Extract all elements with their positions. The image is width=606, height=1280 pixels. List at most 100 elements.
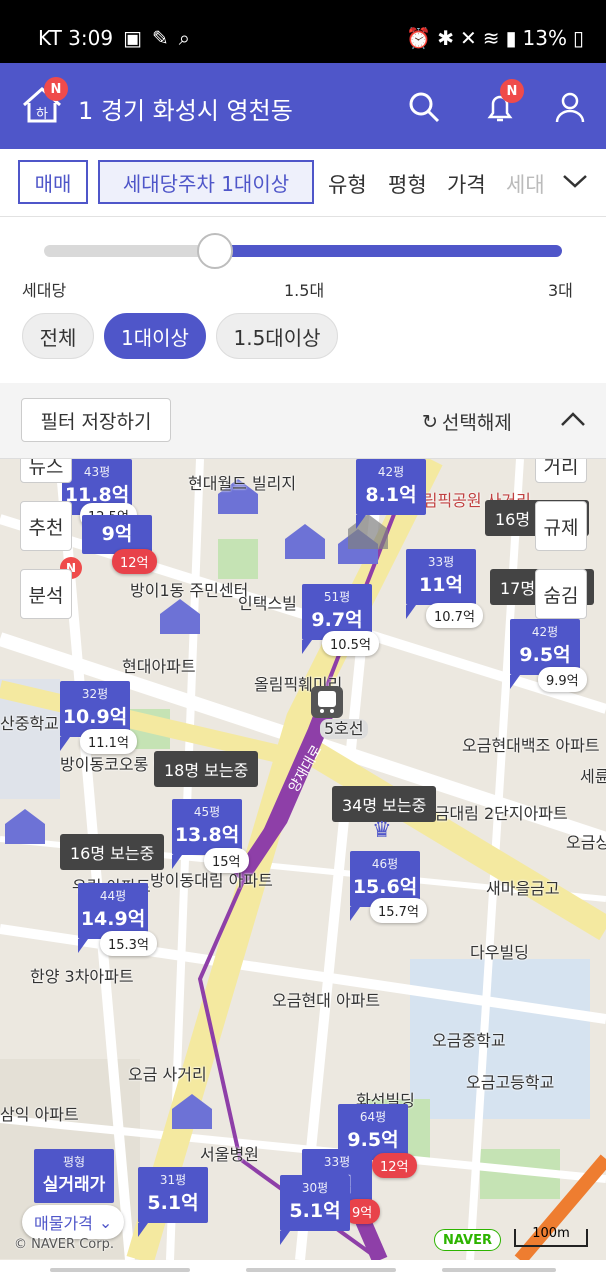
price-marker[interactable]: 30평 5.1억 xyxy=(280,1175,350,1245)
marker-tip xyxy=(350,907,360,921)
parking-chip[interactable]: 세대당주차 1대이상 xyxy=(98,160,314,204)
crown-icon: ♛ xyxy=(372,818,392,843)
marker-tip xyxy=(406,605,416,619)
slider-mid-label: 1.5대 xyxy=(284,281,325,300)
filter-price[interactable]: 가격 xyxy=(447,169,486,199)
chevron-down-icon: ⌄ xyxy=(98,1212,113,1232)
scale-bar: 100m xyxy=(514,1226,588,1247)
place-label: 산중학교 xyxy=(0,714,59,733)
news-button[interactable]: 뉴스 xyxy=(20,459,72,483)
legend-pyeong: 평형 xyxy=(62,1155,86,1169)
marker-sub-price: 15.7억 xyxy=(370,898,427,923)
marker-pyeong: 42평 xyxy=(377,465,405,479)
bluetooth-icon: ✱ xyxy=(437,26,454,50)
place-label: 세륜 xyxy=(580,767,606,786)
status-bar: KT 3:09 ▣ ✎ ⌕ ⏰ ✱ ✕ ≋ ▮ 13% ▯ xyxy=(0,0,606,63)
marker-pyeong: 31평 xyxy=(159,1173,187,1187)
price-legend-marker[interactable]: 평형 실거래가 xyxy=(34,1149,114,1203)
chevron-down-icon[interactable] xyxy=(562,171,588,191)
marker-pyeong: 46평 xyxy=(371,857,399,871)
marker-sub-price: 9.9억 xyxy=(538,667,587,692)
marker-price: 10.9억 xyxy=(62,706,128,728)
stats-icon: ⌕ xyxy=(178,26,190,50)
slider-min-label: 세대당 xyxy=(22,281,67,300)
copyright: © NAVER Corp. xyxy=(14,1237,114,1252)
filter-size[interactable]: 평형 xyxy=(388,169,427,199)
marker-pyeong: 33평 xyxy=(427,555,455,569)
marker-tip xyxy=(78,939,88,953)
deal-type-chip[interactable]: 매매 xyxy=(18,160,88,204)
filter-more[interactable]: 세대 xyxy=(506,169,545,199)
price-mode-label: 매물가격 xyxy=(34,1214,93,1233)
place-label: 한양 3차아파트 xyxy=(30,967,134,986)
place-label: 새마을금고 xyxy=(486,879,560,898)
slider-thumb[interactable] xyxy=(196,233,233,269)
battery-icon: ▯ xyxy=(572,26,584,50)
marker-tip xyxy=(60,737,70,751)
alarm-icon: ⏰ xyxy=(406,26,432,50)
place-label: 현대아파트 xyxy=(122,657,196,676)
regulation-button[interactable]: 규제 xyxy=(535,501,587,551)
filter-type[interactable]: 유형 xyxy=(328,169,367,199)
price-marker[interactable]: 31평 5.1억 xyxy=(138,1167,208,1237)
nav-indicator xyxy=(442,1268,556,1272)
system-nav-bar xyxy=(0,1260,606,1280)
gallery-icon: ▣ xyxy=(123,26,142,50)
marker-sub-price: 12억 xyxy=(112,549,157,574)
marker-price: 11억 xyxy=(419,574,463,596)
place-label: 삼익 아파트 xyxy=(0,1105,79,1124)
search-icon[interactable] xyxy=(406,89,442,125)
marker-pyeong: 43평 xyxy=(83,465,111,479)
option-all[interactable]: 전체 xyxy=(22,313,94,359)
svg-text:하: 하 xyxy=(36,107,48,122)
location-title[interactable]: 1 경기 화성시 영천동 xyxy=(78,91,293,126)
analysis-button[interactable]: 분석 xyxy=(20,569,72,619)
marker-pyeong: 33평 xyxy=(323,1155,351,1169)
marker-price: 9.5억 xyxy=(347,1129,399,1151)
user-icon[interactable] xyxy=(552,89,588,125)
reset-button[interactable]: ↻ 선택해제 xyxy=(422,408,512,435)
mute-icon: ✕ xyxy=(459,26,477,50)
marker-pyeong: 42평 xyxy=(531,625,559,639)
option-1-5-or-more[interactable]: 1.5대이상 xyxy=(216,313,338,359)
price-marker[interactable]: 42평 8.1억 xyxy=(356,459,426,529)
marker-pyeong: 45평 xyxy=(193,805,221,819)
marker-price: 9억 xyxy=(101,523,133,545)
place-label: 오금대림 2단지아파트 xyxy=(420,804,568,823)
hide-button[interactable]: 숨김 xyxy=(535,569,587,619)
marker-pyeong: 64평 xyxy=(359,1110,387,1124)
subway-line-label: 5호선 xyxy=(320,719,368,739)
scale-label: 100m xyxy=(532,1226,570,1241)
marker-pyeong: 30평 xyxy=(301,1181,329,1195)
app-header: 하 N 1 경기 화성시 영천동 N xyxy=(0,63,606,149)
save-filter-button[interactable]: 필터 저장하기 xyxy=(21,398,171,442)
distance-button[interactable]: 거리 xyxy=(535,459,587,483)
bell-new-badge: N xyxy=(500,79,524,103)
marker-pyeong: 44평 xyxy=(99,889,127,903)
chevron-up-icon[interactable] xyxy=(560,407,586,433)
marker-sub-price: 15.3억 xyxy=(100,931,157,956)
place-label: 오금상 xyxy=(566,833,606,852)
price-mode-toggle[interactable]: 매물가격 ⌄ xyxy=(22,1205,125,1239)
option-1-or-more[interactable]: 1대이상 xyxy=(104,313,206,359)
place-label: 방이동대림 아파트 xyxy=(150,871,273,890)
home-new-badge: N xyxy=(44,77,68,101)
marker-price: 9.7억 xyxy=(311,609,363,631)
place-label: 오금 사거리 xyxy=(128,1065,207,1084)
marker-price: 13.8억 xyxy=(174,824,240,846)
nav-indicator xyxy=(50,1268,190,1272)
subway-icon[interactable] xyxy=(310,685,344,719)
viewers-tag: 16명 보는중 xyxy=(60,834,165,870)
place-label: 오금현대백조 아파트 xyxy=(462,736,600,755)
recommend-button[interactable]: 추천 xyxy=(20,501,72,551)
marker-tip xyxy=(302,640,312,654)
map-view[interactable]: 현대월드 빌리지 방이1동 주민센터 인택스빌 아파트 현대아파트 올림픽훼미리… xyxy=(0,459,606,1260)
marker-pyeong: 51평 xyxy=(323,590,351,604)
cleaner-icon: ✎ xyxy=(151,26,169,50)
marker-sub-price: 10.7억 xyxy=(426,603,483,628)
place-label: 방이1동 주민센터 xyxy=(130,581,249,600)
place-label: 다우빌딩 xyxy=(470,943,529,962)
marker-price: 15.6억 xyxy=(352,876,418,898)
marker-tip xyxy=(356,515,366,529)
marker-pyeong: 32평 xyxy=(81,687,109,701)
